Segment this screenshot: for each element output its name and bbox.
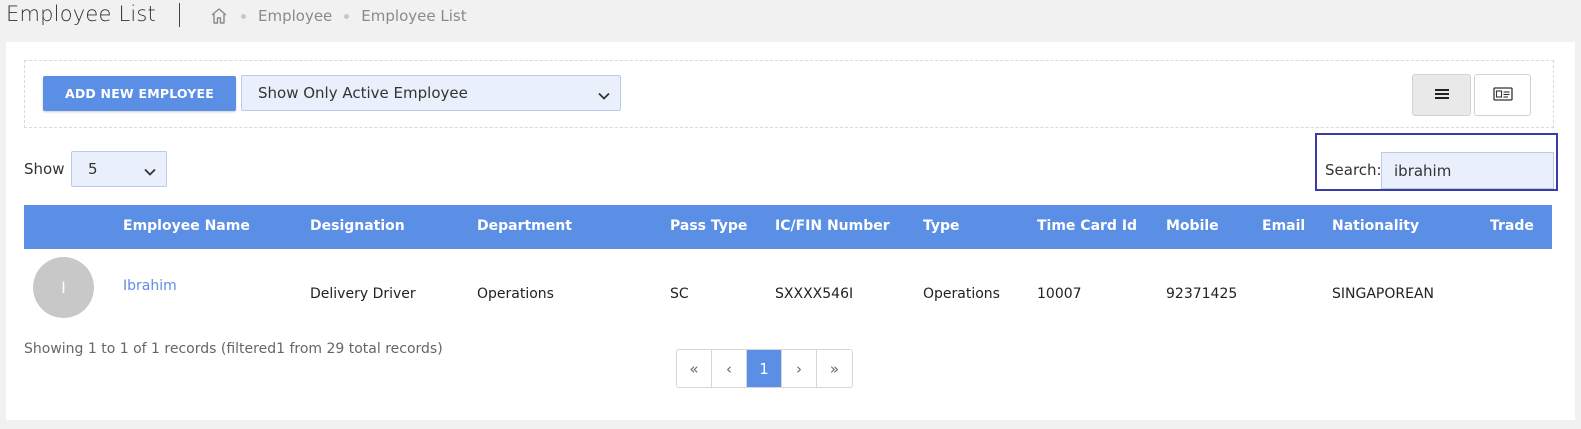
list-icon xyxy=(1434,86,1450,105)
chevron-down-icon xyxy=(598,88,610,100)
cell-mobile: 92371425 xyxy=(1166,286,1238,302)
filter-select-value: Show Only Active Employee xyxy=(258,84,468,102)
column-header-mobile[interactable]: Mobile xyxy=(1166,218,1219,234)
breadcrumb: Employee Employee List xyxy=(209,6,467,26)
breadcrumb-employee[interactable]: Employee xyxy=(258,7,332,25)
search-input[interactable] xyxy=(1381,152,1554,189)
page-button-current[interactable]: 1 xyxy=(747,350,782,387)
last-page-button[interactable]: » xyxy=(817,350,852,387)
list-view-button[interactable] xyxy=(1412,74,1471,116)
page-length-select[interactable]: 5 xyxy=(71,151,167,187)
column-header-designation[interactable]: Designation xyxy=(310,218,405,234)
column-header-employee-name[interactable]: Employee Name xyxy=(123,218,250,234)
breadcrumb-separator xyxy=(344,13,350,19)
page-header: Employee List Employee Employee List xyxy=(0,0,1581,34)
table-header: Employee Name Designation Department Pas… xyxy=(24,205,1552,249)
cell-designation: Delivery Driver xyxy=(310,286,416,302)
avatar: I xyxy=(33,257,94,318)
column-header-trade[interactable]: Trade xyxy=(1490,218,1534,234)
column-header-type[interactable]: Type xyxy=(923,218,960,234)
search-label: Search: xyxy=(1325,161,1382,179)
employee-name-link[interactable]: Ibrahim xyxy=(123,278,177,294)
cell-ic-fin-number: SXXXX546I xyxy=(775,286,854,302)
pagination: « ‹ 1 › » xyxy=(676,349,853,388)
id-card-icon xyxy=(1492,86,1513,105)
cell-nationality: SINGAPOREAN xyxy=(1332,286,1434,302)
card-view-button[interactable] xyxy=(1474,74,1531,116)
chevron-down-icon xyxy=(144,164,156,176)
employee-list-card: ADD NEW EMPLOYEE Show Only Active Employ… xyxy=(6,42,1575,420)
previous-page-button[interactable]: ‹ xyxy=(712,350,747,387)
page-length-value: 5 xyxy=(88,160,98,178)
column-header-time-card-id[interactable]: Time Card Id xyxy=(1037,218,1137,234)
column-header-email[interactable]: Email xyxy=(1262,218,1305,234)
search-box: Search: xyxy=(1315,133,1558,191)
table-row: I Ibrahim Delivery Driver Operations SC … xyxy=(24,249,1552,327)
cell-pass-type: SC xyxy=(670,286,689,302)
column-header-pass-type[interactable]: Pass Type xyxy=(670,218,747,234)
cell-department: Operations xyxy=(477,286,554,302)
title-divider xyxy=(179,3,180,27)
cell-type: Operations xyxy=(923,286,1000,302)
next-page-button[interactable]: › xyxy=(782,350,817,387)
employee-table: Employee Name Designation Department Pas… xyxy=(24,205,1552,327)
records-info: Showing 1 to 1 of 1 records (filtered1 f… xyxy=(24,341,443,357)
page-title: Employee List xyxy=(6,2,156,26)
breadcrumb-employee-list: Employee List xyxy=(361,7,467,25)
breadcrumb-separator xyxy=(241,13,246,19)
toolbar: ADD NEW EMPLOYEE Show Only Active Employ… xyxy=(24,60,1554,128)
cell-time-card-id: 10007 xyxy=(1037,286,1082,302)
column-header-ic-fin-number[interactable]: IC/FIN Number xyxy=(775,218,890,234)
home-icon[interactable] xyxy=(209,6,229,26)
column-header-nationality[interactable]: Nationality xyxy=(1332,218,1419,234)
add-new-employee-button[interactable]: ADD NEW EMPLOYEE xyxy=(43,76,236,111)
column-header-department[interactable]: Department xyxy=(477,218,572,234)
employee-status-filter-select[interactable]: Show Only Active Employee xyxy=(241,75,621,111)
first-page-button[interactable]: « xyxy=(677,350,712,387)
show-entries-label: Show xyxy=(24,160,65,178)
